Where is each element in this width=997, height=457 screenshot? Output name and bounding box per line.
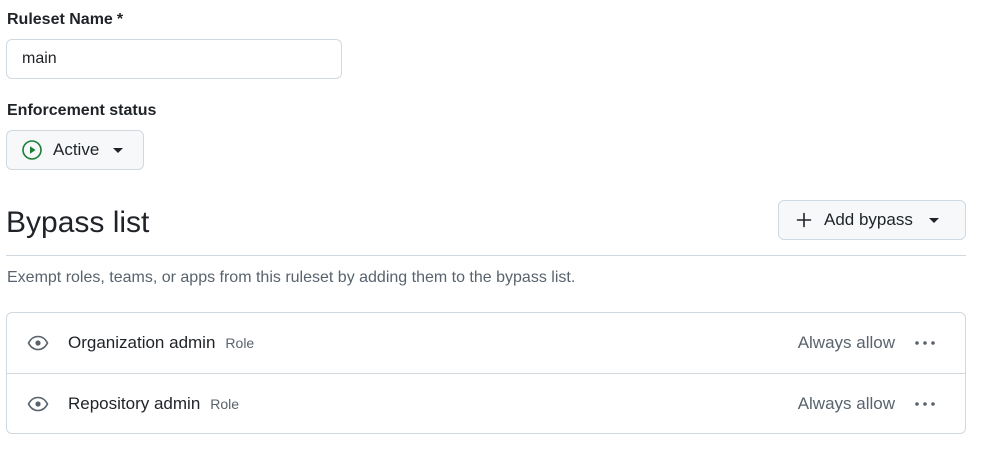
bypass-description: Exempt roles, teams, or apps from this r… bbox=[7, 269, 576, 286]
enforcement-status-label: Enforcement status bbox=[7, 102, 157, 119]
bypass-actor-type: Role bbox=[210, 395, 240, 412]
bypass-actor: Organization admin Role bbox=[68, 333, 254, 353]
ruleset-name-input[interactable] bbox=[6, 39, 342, 79]
bypass-mode[interactable]: Always allow bbox=[798, 333, 895, 353]
bypass-mode[interactable]: Always allow bbox=[798, 394, 895, 414]
bypass-list-title: Bypass list bbox=[6, 206, 150, 239]
kebab-menu-icon[interactable] bbox=[911, 331, 939, 355]
chevron-down-icon bbox=[113, 147, 124, 153]
ruleset-name-label-text: Ruleset Name bbox=[7, 11, 113, 28]
bypass-actor-type: Role bbox=[225, 335, 255, 351]
bypass-actor-name: Repository admin bbox=[68, 393, 201, 413]
eye-icon bbox=[27, 396, 49, 412]
kebab-menu-icon[interactable] bbox=[911, 392, 939, 416]
required-mark: * bbox=[116, 11, 124, 28]
enforcement-status-value: Active bbox=[53, 140, 100, 159]
bypass-list-item: Repository admin Role Always allow bbox=[7, 373, 965, 433]
bypass-actor-name: Organization admin bbox=[68, 333, 216, 352]
enforcement-status-dropdown[interactable]: Active bbox=[6, 130, 144, 170]
add-bypass-button[interactable]: Add bypass bbox=[778, 200, 966, 240]
section-divider bbox=[6, 255, 966, 256]
bypass-list: Organization admin Role Always allow Repo… bbox=[6, 312, 966, 434]
bypass-list-item: Organization admin Role Always allow bbox=[7, 313, 965, 373]
play-circle-icon bbox=[21, 139, 43, 161]
add-bypass-label: Add bypass bbox=[824, 210, 913, 229]
chevron-down-icon bbox=[928, 217, 939, 223]
plus-icon bbox=[796, 212, 812, 228]
bypass-actor: Repository admin Role bbox=[68, 394, 239, 414]
ruleset-name-label: Ruleset Name * bbox=[7, 10, 123, 30]
ruleset-settings-page: Ruleset Name* Enforcement status Active … bbox=[0, 0, 997, 457]
eye-icon bbox=[27, 335, 49, 351]
